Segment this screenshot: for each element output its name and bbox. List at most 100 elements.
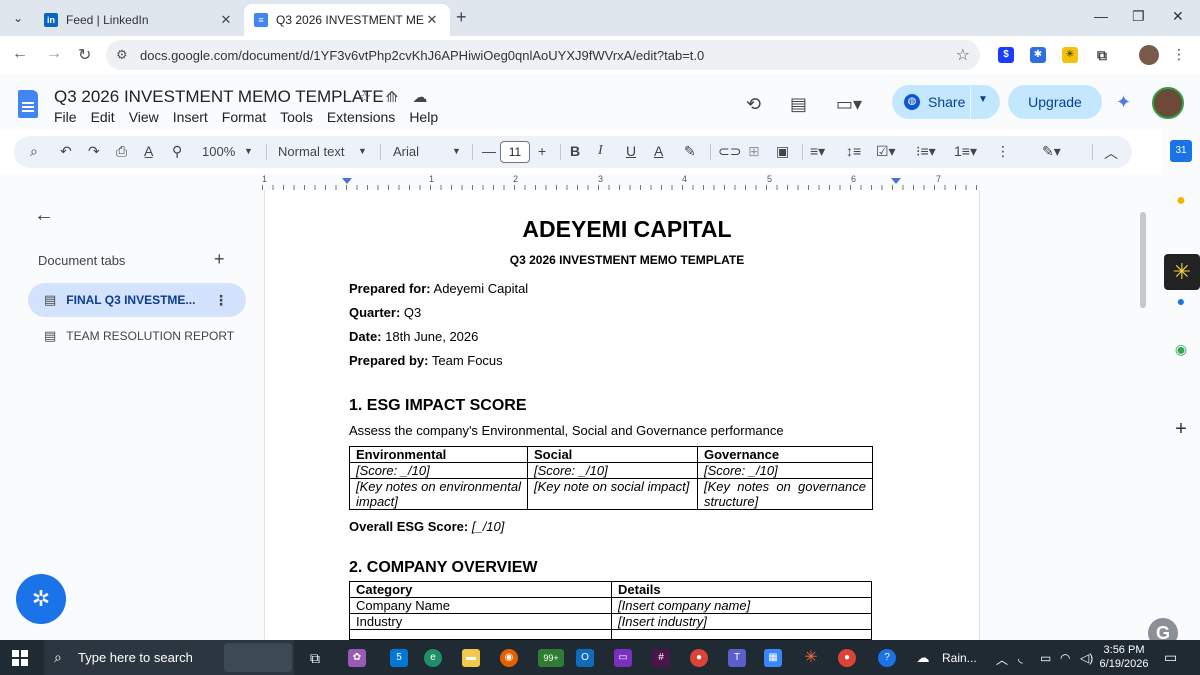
- account-avatar[interactable]: [1152, 87, 1184, 119]
- chrome-icon[interactable]: ●: [690, 649, 708, 667]
- paragraph-style-select[interactable]: Normal text: [278, 144, 344, 159]
- insert-image-icon[interactable]: ▣: [776, 143, 789, 160]
- browser-tab-linkedin[interactable]: in Feed | LinkedIn ✕: [34, 4, 244, 36]
- bold-icon[interactable]: B: [570, 143, 580, 159]
- checklist-icon[interactable]: ☑▾: [876, 143, 896, 160]
- add-tab-plus-icon[interactable]: +: [214, 249, 225, 270]
- menu-file[interactable]: File: [54, 109, 77, 125]
- upgrade-button[interactable]: Upgrade: [1008, 85, 1102, 119]
- profile-avatar[interactable]: [1139, 45, 1159, 65]
- close-tab-icon[interactable]: ✕: [218, 12, 234, 28]
- firefox-icon[interactable]: ◉: [500, 649, 518, 667]
- chevron-down-icon[interactable]: ▼: [244, 146, 253, 156]
- print-icon[interactable]: ⎙: [116, 143, 127, 160]
- italic-icon[interactable]: I: [598, 143, 603, 159]
- edge-icon[interactable]: e: [424, 649, 442, 667]
- menu-insert[interactable]: Insert: [173, 109, 208, 125]
- menu-format[interactable]: Format: [222, 109, 266, 125]
- claude-icon[interactable]: ✳: [802, 649, 820, 667]
- close-outline-arrow-icon[interactable]: ←: [34, 204, 54, 227]
- restore-icon[interactable]: ❐: [1132, 8, 1145, 25]
- teams-icon[interactable]: T: [728, 649, 746, 667]
- menu-help[interactable]: Help: [409, 109, 438, 125]
- bookmark-star-icon[interactable]: ☆: [956, 45, 970, 65]
- comments-icon[interactable]: ▤: [790, 94, 807, 115]
- tab-search-chevron-icon[interactable]: ⌄: [8, 8, 28, 28]
- forward-arrow-icon[interactable]: →: [46, 45, 62, 63]
- decrease-font-size-icon[interactable]: —: [482, 143, 496, 159]
- tray-chevron-up-icon[interactable]: ︿: [996, 651, 1008, 668]
- network-icon[interactable]: ◟: [1018, 651, 1023, 665]
- windows-start-icon[interactable]: [12, 650, 28, 666]
- outlook-icon[interactable]: O: [576, 649, 594, 667]
- reload-icon[interactable]: ↻: [78, 45, 91, 65]
- share-dropdown-icon[interactable]: ▼: [978, 94, 988, 105]
- increase-font-size-icon[interactable]: +: [538, 143, 546, 159]
- weather-text[interactable]: Rain...: [942, 651, 977, 665]
- taskbar-clock[interactable]: 3:56 PM 6/19/2026: [1098, 643, 1150, 671]
- cloud-status-icon[interactable]: ☁: [412, 89, 427, 106]
- collapse-menus-icon[interactable]: ︿: [1104, 143, 1118, 163]
- tab-options-icon[interactable]: ⋮: [214, 292, 228, 309]
- zoom-select[interactable]: 100%: [202, 144, 235, 159]
- chevron-down-icon[interactable]: ▼: [358, 146, 367, 156]
- notifications-icon[interactable]: ▭: [1164, 649, 1177, 666]
- spellcheck-icon[interactable]: A̲: [144, 143, 153, 159]
- menu-edit[interactable]: Edit: [91, 109, 115, 125]
- bulleted-list-icon[interactable]: ⁝≡▾: [916, 143, 936, 160]
- version-history-icon[interactable]: ⟲: [746, 94, 761, 115]
- editing-mode-pencil-icon[interactable]: ✎▾: [1042, 143, 1061, 160]
- underline-icon[interactable]: U: [626, 143, 636, 159]
- paint-format-icon[interactable]: ⚲: [172, 143, 182, 160]
- star-icon[interactable]: ☆: [358, 89, 371, 106]
- mail-icon[interactable]: 5: [390, 649, 408, 667]
- more-options-icon[interactable]: ⋮: [996, 143, 1010, 160]
- contacts-icon[interactable]: ●: [1170, 290, 1192, 312]
- gemini-spark-icon[interactable]: ✦: [1116, 92, 1131, 113]
- horizontal-ruler[interactable]: 1 1 2 3 4 5 6 7: [262, 174, 982, 190]
- text-color-icon[interactable]: A: [654, 143, 663, 159]
- keep-bulb-icon[interactable]: ●: [1170, 190, 1192, 212]
- left-indent-marker[interactable]: [342, 178, 352, 184]
- document-tab-final-q3[interactable]: ▤ FINAL Q3 INVESTME... ⋮: [28, 283, 246, 317]
- extensions-puzzle-icon[interactable]: ⧉: [1094, 47, 1110, 63]
- browser-menu-icon[interactable]: ⋮: [1172, 46, 1186, 63]
- task-view-icon[interactable]: ⧉: [306, 649, 324, 667]
- slack-icon[interactable]: #: [652, 649, 670, 667]
- back-arrow-icon[interactable]: ←: [12, 45, 28, 63]
- whatsapp-badge-icon[interactable]: 99+: [538, 649, 564, 667]
- numbered-list-icon[interactable]: 1≡▾: [954, 143, 977, 160]
- meet-camera-icon[interactable]: ▭▾: [836, 94, 862, 115]
- menu-view[interactable]: View: [129, 109, 159, 125]
- taskbar-search[interactable]: ⌕ Type here to search: [44, 640, 294, 675]
- volume-icon[interactable]: ◁): [1080, 651, 1093, 665]
- vertical-scrollbar[interactable]: [1140, 212, 1146, 308]
- extension-icon[interactable]: ✳: [1062, 47, 1078, 63]
- insert-link-icon[interactable]: ⊂⊃: [718, 143, 741, 160]
- font-select[interactable]: Arial: [393, 144, 419, 159]
- align-icon[interactable]: ≡▾: [810, 143, 825, 160]
- omnibox[interactable]: ⚙ docs.google.com/document/d/1YF3v6vtPhp…: [106, 40, 980, 70]
- font-size-input[interactable]: 11: [500, 141, 530, 163]
- highlight-pen-icon[interactable]: ✎: [684, 143, 696, 160]
- weather-icon[interactable]: ☁: [914, 649, 932, 667]
- search-menus-icon[interactable]: ⌕: [30, 143, 38, 160]
- maps-pin-icon[interactable]: ◉: [1170, 338, 1192, 360]
- extension-icon[interactable]: $: [998, 47, 1014, 63]
- copilot-icon[interactable]: ✿: [348, 649, 366, 667]
- move-folder-icon[interactable]: ⟰: [386, 89, 399, 106]
- document-tab-team-resolution[interactable]: ▤ TEAM RESOLUTION REPORT: [28, 319, 246, 353]
- redo-icon[interactable]: ↷: [88, 143, 100, 160]
- site-info-icon[interactable]: ⚙: [116, 47, 128, 63]
- file-explorer-icon[interactable]: ▬: [462, 649, 480, 667]
- browser-tab-docs[interactable]: ≡ Q3 2026 INVESTMENT MEMO T ✕: [244, 4, 450, 36]
- share-button[interactable]: ◍ Share ▼: [892, 85, 1000, 119]
- document-title[interactable]: Q3 2026 INVESTMENT MEMO TEMPLATE: [54, 87, 384, 107]
- wifi-icon[interactable]: ◠: [1060, 651, 1070, 665]
- right-indent-marker[interactable]: [891, 178, 901, 184]
- add-comment-icon[interactable]: ⊞: [748, 143, 760, 160]
- calendar-icon[interactable]: 31: [1170, 140, 1192, 162]
- close-tab-icon[interactable]: ✕: [424, 12, 440, 28]
- chrome-active-icon[interactable]: ●: [838, 649, 856, 667]
- assistant-fab-icon[interactable]: ✲: [16, 574, 66, 624]
